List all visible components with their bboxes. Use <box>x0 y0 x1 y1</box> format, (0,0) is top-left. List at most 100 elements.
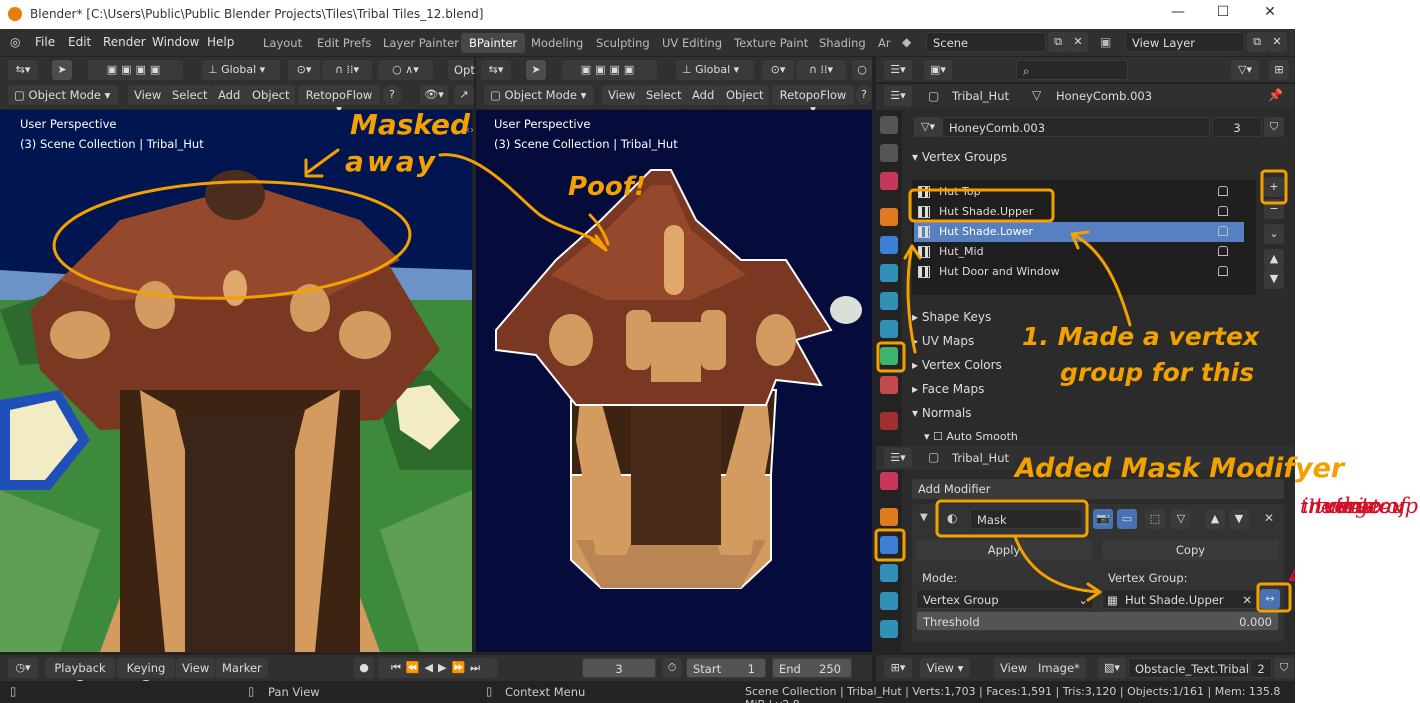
pivot-icon[interactable]: ⊙▾ <box>762 60 794 80</box>
image-menu[interactable]: Image* <box>1032 658 1086 678</box>
marker-menu[interactable]: Marker <box>216 658 268 678</box>
search-input[interactable]: ⌕ <box>1016 60 1128 80</box>
record-icon[interactable]: ● <box>354 658 374 678</box>
collapse-icon[interactable]: ▼ <box>920 512 928 523</box>
tab-texture-paint[interactable]: Texture Paint <box>726 33 816 53</box>
menu-view[interactable]: View <box>602 85 642 105</box>
tab-bpainter[interactable]: BPainter <box>461 33 526 53</box>
keying-menu[interactable]: Keying ▾ <box>117 658 175 689</box>
properties-editor-icon[interactable]: ☰▾ <box>884 86 912 106</box>
menu-file[interactable]: File <box>35 35 55 49</box>
modifier-name-field[interactable]: Mask <box>970 509 1083 529</box>
close-window-button[interactable]: ✕ <box>1255 4 1285 24</box>
image-name-field[interactable]: Obstacle_Text.Tribal.. <box>1128 658 1256 678</box>
menu-help[interactable]: Help <box>207 35 234 49</box>
move-up-icon[interactable]: ▲ <box>1264 249 1284 269</box>
tab-edit-prefs[interactable]: Edit Prefs <box>309 33 379 53</box>
lock-icon[interactable] <box>1218 246 1228 256</box>
minimize-button[interactable]: — <box>1163 4 1193 24</box>
particles-tab-icon[interactable] <box>880 564 898 582</box>
modifier-tab-icon[interactable] <box>880 236 898 254</box>
invert-toggle-icon[interactable]: ↔ <box>1260 589 1280 609</box>
selection-modes[interactable]: ▣▣▣▣ <box>562 60 657 80</box>
help-icon[interactable]: ? <box>382 85 402 105</box>
lock-icon[interactable] <box>1218 226 1228 236</box>
face-maps-section[interactable]: ▸ Face Maps <box>912 382 984 396</box>
playback-menu[interactable]: Playback ▾ <box>45 658 115 689</box>
tab-sculpting[interactable]: Sculpting <box>588 33 658 53</box>
menu-select[interactable]: Select <box>640 85 688 105</box>
move-down-icon[interactable]: ▼ <box>1264 269 1284 289</box>
physics-tab-icon[interactable] <box>880 292 898 310</box>
image-view-menu[interactable]: View <box>994 658 1034 678</box>
texture-tab-icon[interactable] <box>880 412 898 430</box>
vertex-colors-section[interactable]: ▸ Vertex Colors <box>912 358 1002 372</box>
properties-editor-icon[interactable]: ☰▾ <box>884 448 912 468</box>
add-vertex-group-button[interactable]: + <box>1264 177 1284 197</box>
fake-user-shield-icon[interactable]: ⛉ <box>1264 117 1284 137</box>
object-mode-dropdown[interactable]: ▢ Object Mode ▾ <box>484 85 594 105</box>
vertex-group-field[interactable]: ▦ Hut Shade.Upper ✕ <box>1102 589 1257 609</box>
render-tab-icon[interactable] <box>880 144 898 162</box>
new-scene-button[interactable]: ⧉ <box>1048 32 1068 52</box>
help-icon[interactable]: ? <box>856 85 872 105</box>
left-viewport[interactable]: User Perspective (3) Scene Collection | … <box>0 110 472 652</box>
move-down-icon[interactable]: ▼ <box>1229 509 1249 529</box>
physics-tab-icon[interactable] <box>880 592 898 610</box>
move-up-icon[interactable]: ▲ <box>1205 509 1225 529</box>
normals-section[interactable]: ▾ Normals <box>912 406 972 420</box>
fake-user-shield-icon[interactable]: ⛉ <box>1274 658 1294 678</box>
snap-icon[interactable]: ∩ ⁞⁞▾ <box>322 60 372 80</box>
visibility-icon[interactable]: 👁▾ <box>420 85 448 105</box>
view-layer-field[interactable]: View Layer <box>1125 32 1245 52</box>
maximize-button[interactable]: ☐ <box>1208 4 1238 24</box>
mesh-name-field[interactable]: HoneyComb.003 <box>942 117 1210 137</box>
shape-keys-section[interactable]: ▸ Shape Keys <box>912 310 991 324</box>
particles-tab-icon[interactable] <box>880 264 898 282</box>
threshold-slider[interactable]: Threshold 0.000 <box>916 611 1279 631</box>
tab-shading[interactable]: Shading <box>811 33 874 53</box>
image-users-count[interactable]: 2 <box>1250 658 1272 678</box>
object-tab-icon[interactable] <box>880 508 898 526</box>
auto-smooth-checkbox[interactable]: ▾ ☐ Auto Smooth <box>924 430 1018 443</box>
menu-add[interactable]: Add <box>212 85 247 105</box>
menu-object[interactable]: Object <box>246 85 296 105</box>
transform-orientation[interactable]: ⊥ Global ▾ <box>202 60 280 80</box>
options-button[interactable]: Opt <box>448 60 475 80</box>
remove-modifier-icon[interactable]: ✕ <box>1264 511 1274 525</box>
new-collection-icon[interactable]: ⊞ <box>1269 60 1289 80</box>
image-editor-icon[interactable]: ⊞▾ <box>884 658 912 678</box>
menu-select[interactable]: Select <box>166 85 214 105</box>
mesh-data-tab-icon[interactable] <box>880 347 898 365</box>
blender-menu-icon[interactable]: ◎ <box>10 35 20 49</box>
menu-view[interactable]: View <box>128 85 168 105</box>
editor-type-button[interactable]: ⇆▾ <box>8 60 38 80</box>
retopoflow-menu[interactable]: RetopoFlow ▾ <box>298 85 380 116</box>
tab-layout[interactable]: Layout <box>255 33 310 53</box>
end-frame-field[interactable]: End 250 <box>772 658 852 678</box>
view-mode-dropdown[interactable]: View ▾ <box>920 658 970 678</box>
material-tab-icon[interactable] <box>880 376 898 394</box>
display-mode-icon[interactable]: ▣▾ <box>924 60 952 80</box>
uv-maps-section[interactable]: ▸ UV Maps <box>912 334 974 348</box>
apply-button[interactable]: Apply <box>916 540 1092 560</box>
gizmo-icon[interactable]: ↗ <box>454 85 474 105</box>
tab-modeling[interactable]: Modeling <box>523 33 591 53</box>
select-tool-icon[interactable]: ➤ <box>526 60 546 80</box>
current-frame-field[interactable]: 3 <box>582 658 656 678</box>
timeline-view-menu[interactable]: View <box>176 658 216 678</box>
world-tab-icon[interactable] <box>880 172 898 190</box>
clear-icon[interactable]: ✕ <box>1242 593 1252 607</box>
world-tab-icon[interactable] <box>880 472 898 490</box>
scene-field[interactable]: Scene <box>926 32 1046 52</box>
constraints-tab-icon[interactable] <box>880 620 898 638</box>
delete-scene-button[interactable]: ✕ <box>1068 32 1088 52</box>
start-frame-field[interactable]: Start 1 <box>686 658 766 678</box>
menu-object[interactable]: Object <box>720 85 770 105</box>
remove-vertex-group-button[interactable]: − <box>1264 199 1284 219</box>
specials-menu-icon[interactable]: ⌄ <box>1264 224 1284 244</box>
menu-add[interactable]: Add <box>686 85 721 105</box>
list-item[interactable]: Hut Shade.Upper <box>914 202 1244 222</box>
list-item[interactable]: Hut Door and Window <box>914 262 1244 282</box>
render-toggle-icon[interactable]: 📷 <box>1093 509 1113 529</box>
